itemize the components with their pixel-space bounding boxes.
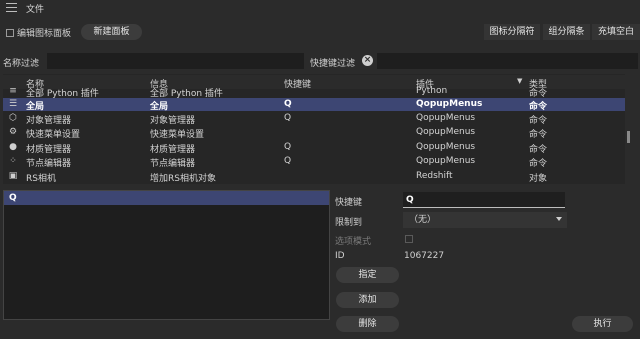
cell-name: 节点编辑器 xyxy=(26,159,72,169)
cell-name: 全局 xyxy=(26,102,45,112)
add-button[interactable]: 添加 xyxy=(336,292,399,308)
shortcut-list xyxy=(3,190,330,320)
cell-name: RS相机 xyxy=(26,174,56,184)
cell-key: Q xyxy=(284,142,292,152)
cell-type: 命令 xyxy=(529,145,548,155)
restrict-label: 限制到 xyxy=(335,218,363,228)
node-editor-icon: ⁘ xyxy=(9,156,17,166)
window-title: 文件 xyxy=(26,5,45,15)
table-row[interactable]: ⬡ 对象管理器 对象管理器 Q QopupMenus 命令 xyxy=(3,112,625,126)
option-mode-label: 选项模式 xyxy=(335,237,372,247)
title-bar xyxy=(0,0,640,15)
cell-info: 快速菜单设置 xyxy=(150,130,205,140)
cell-info: 节点编辑器 xyxy=(150,159,196,169)
option-mode-checkbox[interactable] xyxy=(405,235,413,243)
shortcut-list-item[interactable]: Q xyxy=(4,191,329,205)
shortcut-value-field[interactable]: Q xyxy=(403,192,565,208)
assign-button[interactable]: 指定 xyxy=(336,267,399,283)
cell-plugin: QopupMenus xyxy=(416,113,476,123)
cell-key: Q xyxy=(284,156,292,166)
id-value: 1067227 xyxy=(404,251,445,261)
shortcut-filter-input[interactable] xyxy=(377,53,638,69)
edit-icon-panel-label: 编辑图标面板 xyxy=(17,29,72,39)
delete-button[interactable]: 删除 xyxy=(336,316,399,332)
table-row[interactable]: ⁘ 节点编辑器 节点编辑器 Q QopupMenus 命令 xyxy=(3,155,625,169)
fill-blank-button[interactable]: 充填空白 xyxy=(592,24,640,40)
cell-name: 快速菜单设置 xyxy=(26,130,81,140)
sort-descending-icon[interactable]: ▼ xyxy=(517,77,522,85)
shortcut-label: 快捷键 xyxy=(335,198,363,208)
shortcut-filter-label: 快捷键过滤 xyxy=(310,59,356,69)
cell-plugin: QopupMenus xyxy=(416,156,476,166)
cell-type: 命令 xyxy=(529,159,548,169)
cell-info: 对象管理器 xyxy=(150,116,196,126)
new-panel-button[interactable]: 新建面板 xyxy=(81,24,142,40)
cell-key: Q xyxy=(284,113,292,123)
cell-name: 对象管理器 xyxy=(26,116,72,126)
cell-info: 材质管理器 xyxy=(150,145,196,155)
cell-type: 命令 xyxy=(529,116,548,126)
camera-icon: ▣ xyxy=(8,171,18,181)
table-row[interactable]: ☰ 全局 全局 Q QopupMenus 命令 xyxy=(3,98,625,112)
cell-plugin: QopupMenus xyxy=(416,127,476,137)
hamburger-menu-icon[interactable] xyxy=(6,3,17,12)
execute-button[interactable]: 执行 xyxy=(572,316,633,332)
icon-separator-button[interactable]: 图标分隔符 xyxy=(484,24,540,40)
cell-plugin: Python xyxy=(416,86,448,96)
cell-type: 命令 xyxy=(529,102,548,112)
clear-filter-icon[interactable]: × xyxy=(362,55,373,66)
cell-key: Q xyxy=(284,99,292,109)
cell-plugin: QopupMenus xyxy=(416,142,476,152)
id-label: ID xyxy=(335,251,345,261)
table-row[interactable]: ⚙ 快速菜单设置 快速菜单设置 QopupMenus 命令 xyxy=(3,126,625,140)
cell-plugin: Redshift xyxy=(416,171,453,181)
chevron-down-icon[interactable] xyxy=(556,217,562,221)
restrict-dropdown[interactable]: （无） xyxy=(403,212,567,228)
cell-type: 命令 xyxy=(529,130,548,140)
group-separator-button[interactable]: 组分隔条 xyxy=(543,24,590,40)
cell-info: 增加RS相机对象 xyxy=(150,174,216,184)
table-row[interactable]: ● 材质管理器 材质管理器 Q QopupMenus 命令 xyxy=(3,141,625,155)
cell-info: 全局 xyxy=(150,102,169,112)
name-filter-label: 名称过滤 xyxy=(3,59,40,69)
name-filter-input[interactable] xyxy=(47,53,304,69)
menu-lines-icon: ☰ xyxy=(8,99,18,109)
pyscript-icon: ≡ xyxy=(9,86,17,96)
table-scrollbar[interactable] xyxy=(627,131,630,143)
cell-type: 对象 xyxy=(529,174,548,184)
cell-plugin: QopupMenus xyxy=(416,99,483,109)
table-row[interactable]: ▣ RS相机 增加RS相机对象 Redshift 对象 xyxy=(3,170,625,184)
edit-icon-panel-checkbox[interactable] xyxy=(6,29,14,37)
table-row[interactable]: ≡ 全部 Python 插件 全部 Python 插件 Python 命令 xyxy=(3,85,625,99)
gear-icon: ⚙ xyxy=(8,127,18,137)
cell-name: 材质管理器 xyxy=(26,145,72,155)
material-manager-icon: ● xyxy=(9,142,17,152)
object-manager-icon: ⬡ xyxy=(9,113,17,123)
